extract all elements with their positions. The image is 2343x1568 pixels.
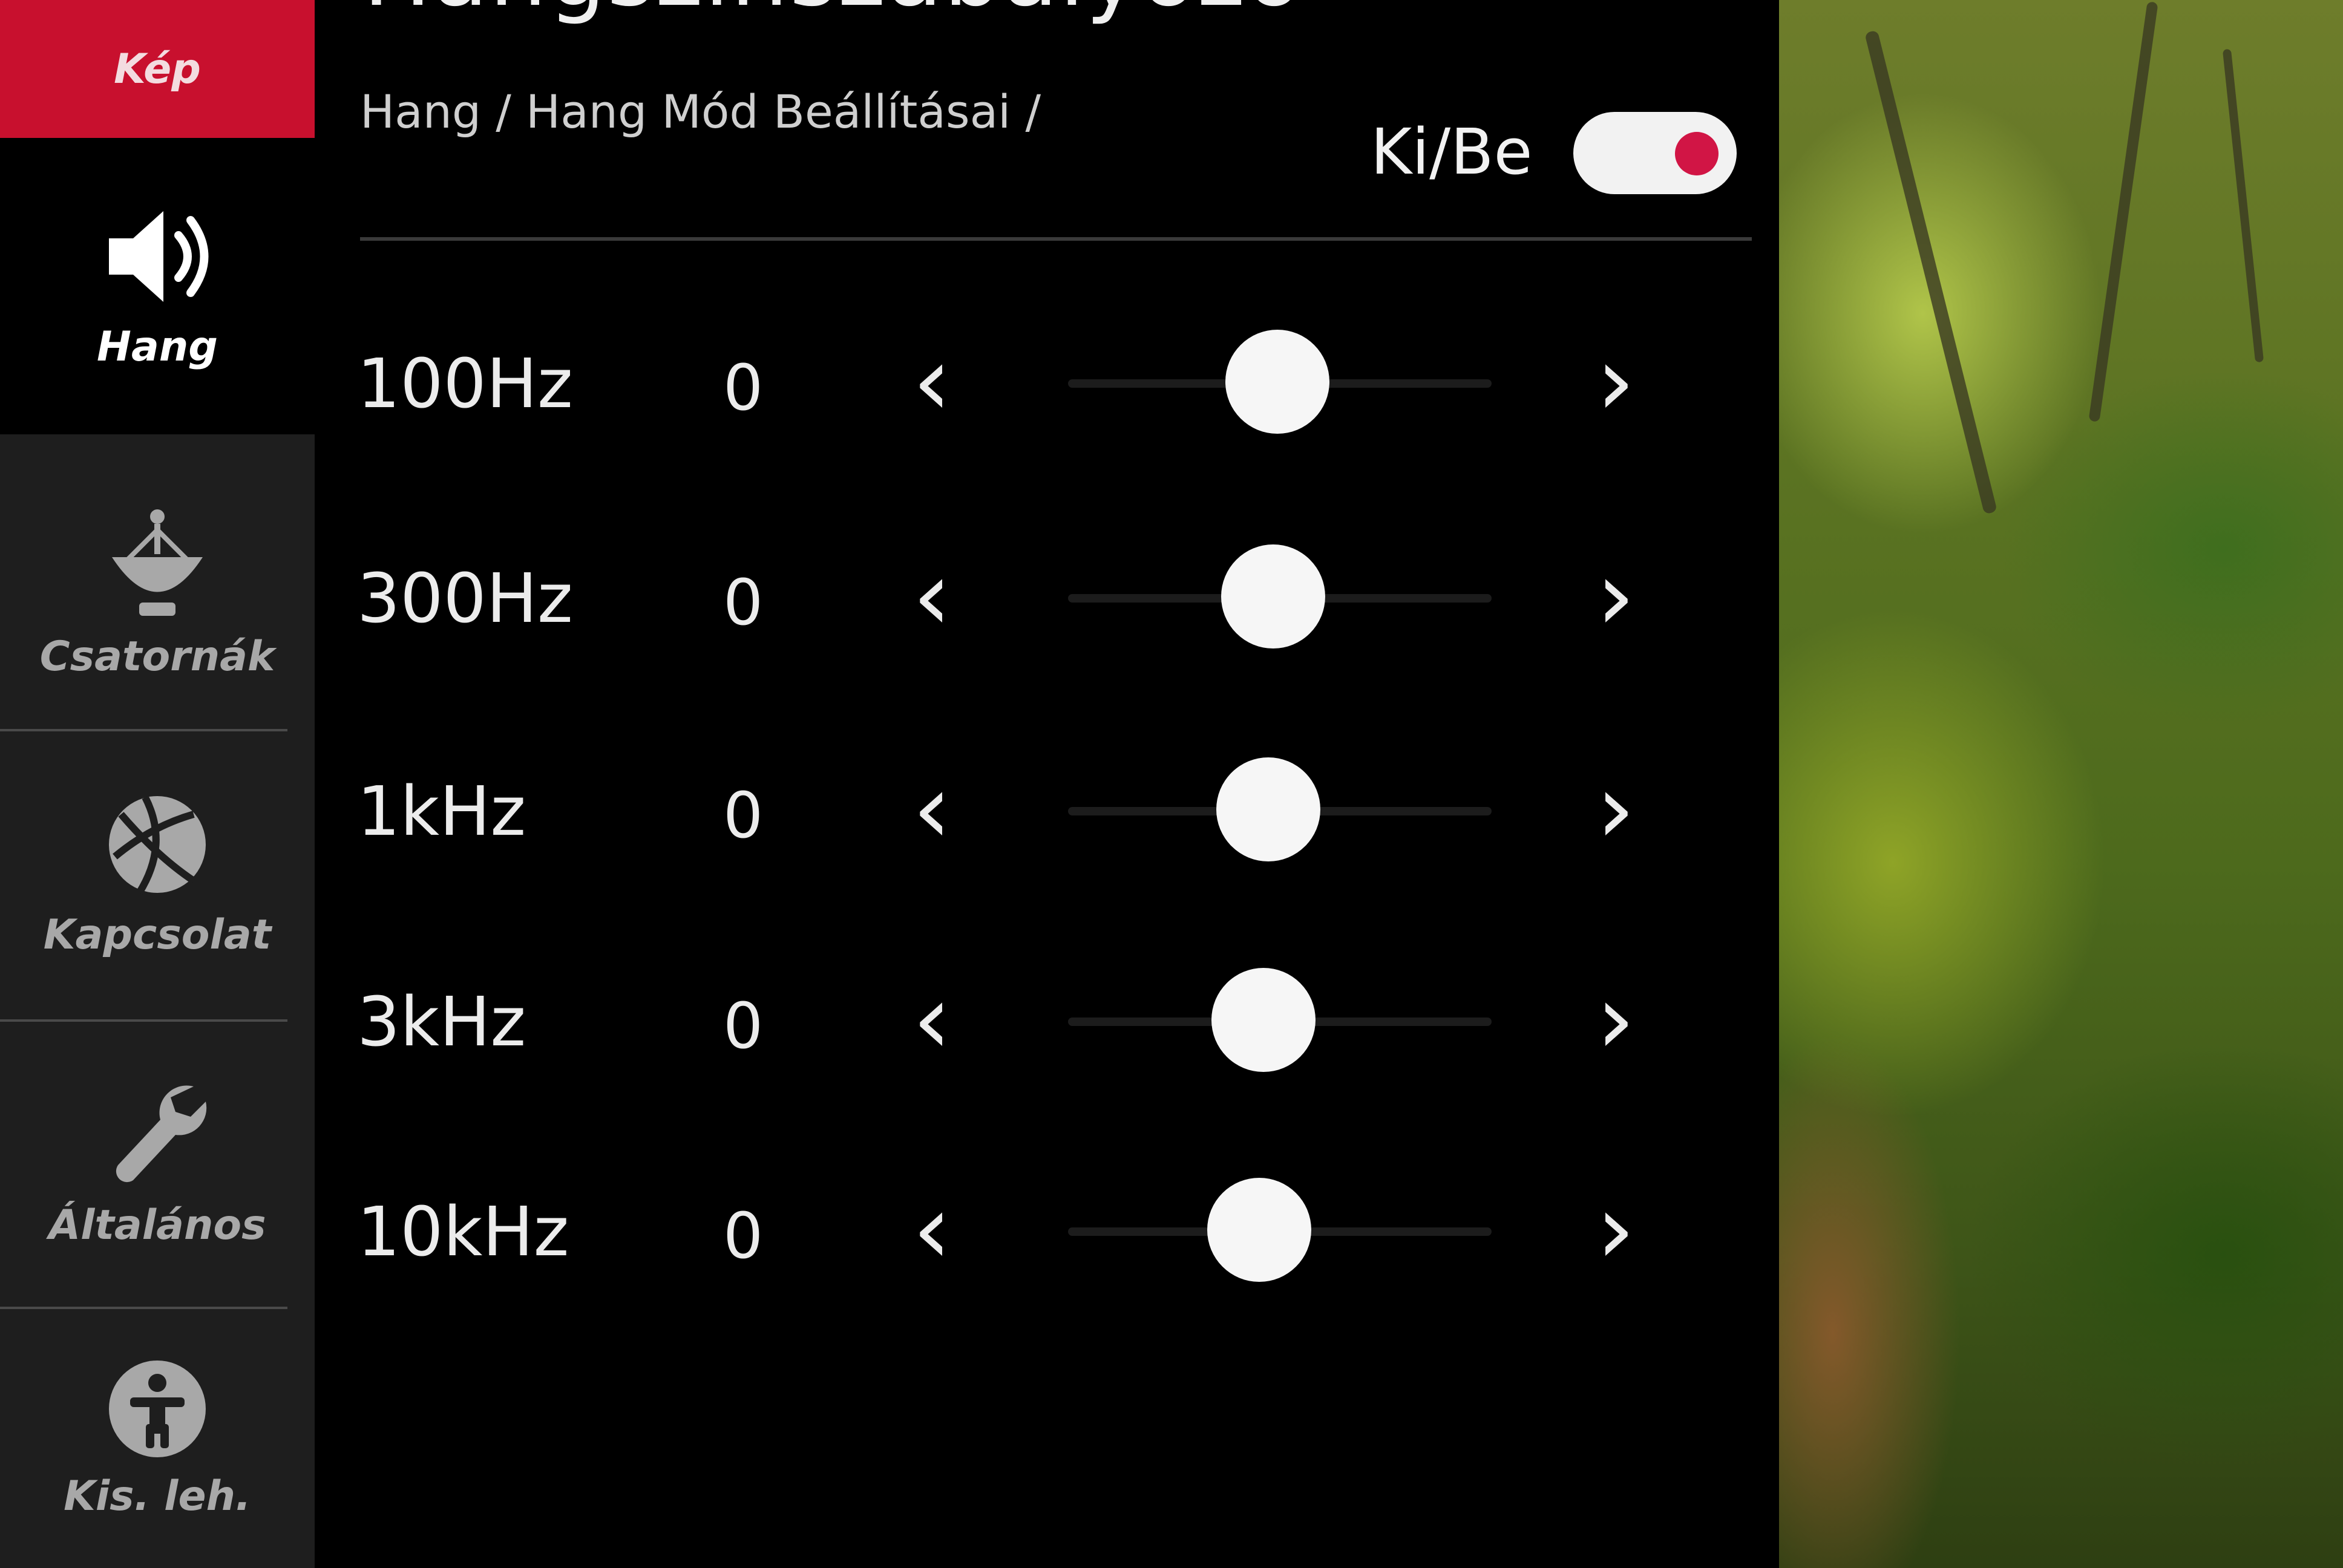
band-value: 0 [723,779,764,852]
tv-screen: Kép Hang Csatornák Kapcsolat Általános K… [0,0,2343,1568]
sidebar-item-label: Kis. leh. [64,1472,251,1520]
divider [360,237,1752,241]
page-title: Hangszínszabályozó [363,0,1303,27]
eq-row-10khz: 10kHz 0 ‹ › [357,1169,1688,1290]
increase-arrow-icon[interactable]: › [1591,547,1640,644]
eq-row-300hz: 300Hz 0 ‹ › [357,535,1688,656]
eq-row-1khz: 1kHz 0 ‹ › [357,748,1688,869]
network-globe-icon [103,790,212,899]
band-label: 1kHz [357,773,526,851]
settings-panel: Kép Hang Csatornák Kapcsolat Általános K… [0,0,1779,1568]
band-value: 0 [723,566,764,639]
slider-thumb[interactable] [1207,1178,1311,1282]
sidebar-item-label: Kép [114,45,201,93]
sidebar-item-picture[interactable]: Kép [0,0,315,138]
sidebar-divider [0,729,287,731]
sidebar-item-accessibility[interactable]: Kis. leh. [0,1310,315,1568]
sidebar-item-label: Csatornák [39,632,275,681]
decrease-arrow-icon[interactable]: ‹ [908,333,956,430]
increase-arrow-icon[interactable]: › [1591,1181,1640,1278]
toggle-label: Ki/Be [1371,115,1533,189]
eq-row-100hz: 100Hz 0 ‹ › [357,321,1688,442]
speaker-icon [97,202,218,311]
sidebar-item-network[interactable]: Kapcsolat [0,732,315,1016]
decrease-arrow-icon[interactable]: ‹ [908,971,956,1068]
band-label: 100Hz [357,345,573,423]
sidebar-item-label: Kapcsolat [43,910,272,959]
wrench-icon [103,1074,212,1189]
band-label: 10kHz [357,1193,569,1272]
increase-arrow-icon[interactable]: › [1591,760,1640,857]
slider-thumb[interactable] [1216,757,1320,861]
band-value: 0 [723,351,764,425]
sidebar-divider [0,1019,287,1022]
background-scenery [1743,0,2343,1568]
slider-thumb[interactable] [1221,544,1325,648]
breadcrumb: Hang / Hang Mód Beállításai / [360,85,1041,139]
satellite-dish-icon [103,506,212,621]
band-value: 0 [723,1199,764,1273]
sidebar: Kép Hang Csatornák Kapcsolat Általános K… [0,0,315,1568]
band-label: 300Hz [357,560,573,638]
sidebar-item-sound[interactable]: Hang [0,138,315,434]
decrease-arrow-icon[interactable]: ‹ [908,1181,956,1278]
sidebar-divider [0,1307,287,1309]
band-value: 0 [723,989,764,1063]
equalizer-toggle[interactable] [1573,112,1737,194]
eq-row-3khz: 3kHz 0 ‹ › [357,959,1688,1080]
sidebar-item-channels[interactable]: Csatornák [0,460,315,726]
increase-arrow-icon[interactable]: › [1591,971,1640,1068]
sidebar-item-label: Általános [48,1201,266,1249]
decrease-arrow-icon[interactable]: ‹ [908,760,956,857]
increase-arrow-icon[interactable]: › [1591,333,1640,430]
decrease-arrow-icon[interactable]: ‹ [908,547,956,644]
accessibility-icon [106,1357,209,1460]
slider-thumb[interactable] [1225,330,1329,434]
toggle-knob [1675,132,1719,175]
slider-thumb[interactable] [1211,968,1316,1072]
sidebar-item-general[interactable]: Általános [0,1022,315,1301]
sidebar-item-label: Hang [97,322,218,371]
band-label: 3kHz [357,983,526,1062]
